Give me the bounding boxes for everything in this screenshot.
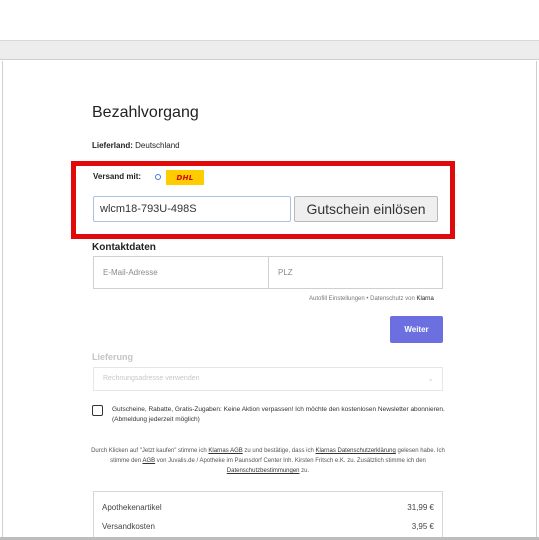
legal-part-4: von Juvalis.de / Apotheke im Paunsdorf C…: [155, 458, 426, 464]
legal-part-2: zu und bestätige, dass ich: [242, 448, 316, 454]
newsletter-text: Gutscheine, Rabatte, Gratis-Zugaben: Kei…: [112, 406, 445, 423]
shop-agb-link[interactable]: AGB: [142, 458, 155, 464]
klarna-privacy-link[interactable]: Klarnas Datenschutzerklärung: [315, 448, 395, 454]
summary-label: Apothekenartikel: [102, 503, 162, 512]
chevron-down-icon: ⌄: [427, 374, 434, 383]
coupon-input[interactable]: wlcm18-793U-498S: [93, 196, 291, 222]
summary-row: Apothekenartikel 31,99 €: [102, 503, 434, 512]
newsletter-checkbox[interactable]: [92, 405, 103, 416]
delivery-title: Lieferung: [92, 352, 134, 362]
dhl-logo: DHL: [166, 170, 204, 185]
privacy-text: Datenschutz von: [370, 296, 417, 302]
summary-value: 3,95 €: [411, 522, 434, 531]
delivery-country-value: Deutschland: [135, 141, 180, 150]
shop-privacy-link[interactable]: Datenschutzbestimmungen: [227, 468, 300, 474]
page-title: Bezahlvorgang: [92, 104, 199, 121]
toolbar-strip: [0, 40, 539, 60]
redeem-coupon-button[interactable]: Gutschein einlösen: [294, 196, 438, 222]
browser-top-area: [0, 0, 539, 40]
shipping-radio[interactable]: [155, 174, 161, 180]
klarna-link[interactable]: Klarna: [417, 296, 434, 302]
contact-title: Kontaktdaten: [92, 242, 156, 253]
summary-row: Versandkosten 3,95 €: [102, 522, 434, 531]
order-summary: Apothekenartikel 31,99 € Versandkosten 3…: [93, 491, 443, 540]
shipping-label: Versand mit:: [93, 172, 142, 181]
legal-part-5: zu.: [299, 468, 310, 474]
delivery-select-value: Rechnungsadresse verwenden: [103, 375, 200, 382]
legal-part-1: Durch Klicken auf "Jetzt kaufen" stimme …: [91, 448, 209, 454]
email-field[interactable]: E-Mail-Adresse: [93, 256, 268, 289]
autofill-settings-link[interactable]: Autofill Einstellungen: [309, 296, 365, 302]
autofill-line: Autofill Einstellungen • Datenschutz von…: [309, 296, 434, 302]
summary-label: Versandkosten: [102, 522, 155, 531]
klarna-agb-link[interactable]: Klarnas AGB: [208, 448, 242, 454]
delivery-address-select[interactable]: Rechnungsadresse verwenden ⌄: [93, 367, 443, 391]
delivery-country: Lieferland: Deutschland: [92, 141, 180, 150]
legal-text: Durch Klicken auf "Jetzt kaufen" stimme …: [88, 446, 448, 476]
plz-field[interactable]: PLZ: [268, 256, 443, 289]
dhl-logo-text: DHL: [176, 173, 194, 182]
summary-value: 31,99 €: [407, 503, 434, 512]
continue-button[interactable]: Weiter: [390, 316, 443, 343]
delivery-country-label: Lieferland:: [92, 141, 133, 150]
